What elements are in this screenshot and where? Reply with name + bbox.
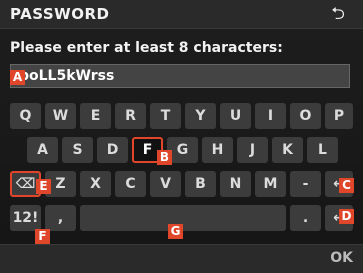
- key-x[interactable]: X: [80, 171, 111, 197]
- callout-c: C: [339, 178, 354, 193]
- key-a[interactable]: A: [27, 137, 58, 163]
- key-p[interactable]: P: [325, 103, 353, 129]
- space-key[interactable]: [80, 205, 286, 231]
- back-button[interactable]: ⮌: [321, 3, 355, 25]
- key-comma[interactable]: ,: [45, 205, 76, 231]
- key-k[interactable]: K: [272, 137, 303, 163]
- header-bar: PASSWORD ⮌: [0, 0, 363, 29]
- callout-a: A: [10, 70, 25, 85]
- key-h[interactable]: H: [202, 137, 233, 163]
- key-o[interactable]: O: [290, 103, 321, 129]
- callout-f: F: [35, 229, 50, 244]
- key-e[interactable]: E: [80, 103, 111, 129]
- return-arrow-icon: ⮌: [331, 4, 345, 24]
- callout-d: D: [339, 209, 354, 224]
- password-input[interactable]: poLL5kWrss: [10, 64, 350, 88]
- key-j[interactable]: J: [237, 137, 268, 163]
- key-v[interactable]: V: [150, 171, 181, 197]
- bottom-bar: OK: [0, 244, 363, 273]
- key-n[interactable]: N: [220, 171, 251, 197]
- key-m[interactable]: M: [255, 171, 286, 197]
- key-l[interactable]: L: [307, 137, 338, 163]
- key-r[interactable]: R: [115, 103, 146, 129]
- key-i[interactable]: I: [255, 103, 286, 129]
- key-s[interactable]: S: [62, 137, 93, 163]
- key-c[interactable]: C: [115, 171, 146, 197]
- page-title: PASSWORD: [10, 5, 110, 23]
- callout-e: E: [36, 179, 51, 194]
- password-screen: PASSWORD ⮌ Please enter at least 8 chara…: [0, 0, 363, 273]
- key-u[interactable]: U: [220, 103, 251, 129]
- key-w[interactable]: W: [45, 103, 76, 129]
- callout-b: B: [157, 150, 172, 165]
- key-q[interactable]: Q: [10, 103, 41, 129]
- key-b[interactable]: B: [185, 171, 216, 197]
- instruction-text: Please enter at least 8 characters:: [10, 40, 283, 56]
- backspace-icon: ⌫: [15, 176, 36, 192]
- callout-g: G: [168, 224, 183, 239]
- ok-button[interactable]: OK: [330, 250, 353, 266]
- key-y[interactable]: Y: [185, 103, 216, 129]
- key-d[interactable]: D: [97, 137, 128, 163]
- on-screen-keyboard: Q W E R T Y U I O P A S D F G H J K L ⌫ …: [10, 103, 353, 236]
- key-period[interactable]: .: [290, 205, 321, 231]
- key-hyphen[interactable]: -: [290, 171, 321, 197]
- key-t[interactable]: T: [150, 103, 181, 129]
- mode-switch-key[interactable]: 12!: [10, 205, 41, 231]
